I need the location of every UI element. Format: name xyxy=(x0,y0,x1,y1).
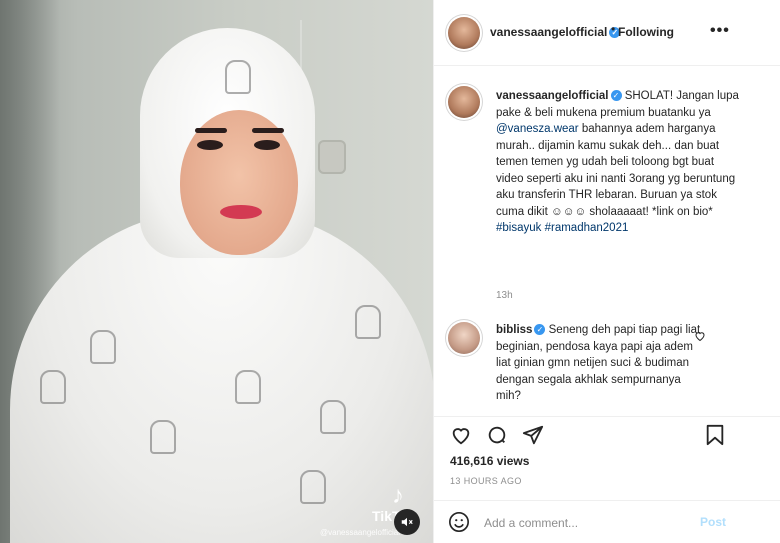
hashtag-link[interactable]: #ramadhan2021 xyxy=(545,222,629,234)
caption-text-2: bahannya adem harganya murah.. dijamin k… xyxy=(496,123,736,218)
like-button[interactable] xyxy=(448,422,474,448)
robe-pattern xyxy=(320,400,346,434)
post-comment-button[interactable]: Post xyxy=(700,515,726,529)
robe-pattern xyxy=(300,470,326,504)
comment-icon xyxy=(488,426,506,444)
robe-pattern xyxy=(225,60,251,94)
post-author-name[interactable]: vanessaangelofficial xyxy=(490,25,607,39)
following-button[interactable]: Following xyxy=(618,25,674,39)
verified-icon: ✓ xyxy=(534,324,546,335)
right-brow xyxy=(252,128,284,133)
emoji-button[interactable] xyxy=(448,511,470,533)
divider xyxy=(434,416,780,417)
caption-time: 13h xyxy=(496,290,513,301)
speaker-muted-icon xyxy=(401,517,413,527)
mute-button[interactable] xyxy=(394,509,420,535)
post-header: vanessaangelofficial ✓ • Following ••• xyxy=(434,0,780,66)
separator-dot: • xyxy=(611,22,616,36)
comment-avatar[interactable] xyxy=(448,322,480,354)
robe-pattern xyxy=(90,330,116,364)
post-caption: vanessaangelofficial ✓ SHOLAT! Jangan lup… xyxy=(496,88,744,237)
lips xyxy=(220,205,262,219)
left-brow xyxy=(195,128,227,133)
comment-button[interactable] xyxy=(484,422,510,448)
save-button[interactable] xyxy=(702,422,728,448)
caption-avatar[interactable] xyxy=(448,86,480,118)
right-eye xyxy=(254,140,280,150)
comment-like-icon[interactable] xyxy=(694,330,706,345)
light-switch xyxy=(318,140,346,174)
post-panel: vanessaangelofficial ✓ • Following ••• va… xyxy=(433,0,780,543)
share-button[interactable] xyxy=(520,422,546,448)
bookmark-icon xyxy=(706,424,724,446)
comment-author[interactable]: bibliss xyxy=(496,324,532,336)
smiley-icon xyxy=(449,512,469,532)
post-media[interactable]: ♪ TikTok @vanessaangelofficial xyxy=(0,0,433,543)
comment-item: bibliss ✓ Seneng deh papi tiap pagi liat … xyxy=(496,322,708,405)
avatar[interactable] xyxy=(448,17,480,49)
robe-pattern xyxy=(355,305,381,339)
post-timestamp: 13 HOURS AGO xyxy=(450,476,522,486)
caption-author[interactable]: vanessaangelofficial xyxy=(496,90,609,102)
robe-pattern xyxy=(40,370,66,404)
post-author[interactable]: vanessaangelofficial ✓ xyxy=(490,25,621,39)
mention-link[interactable]: @vanesza.wear xyxy=(496,123,579,135)
tiktok-handle: @vanessaangelofficial xyxy=(320,528,401,537)
more-options-icon[interactable]: ••• xyxy=(710,22,730,40)
robe-pattern xyxy=(150,420,176,454)
views-count[interactable]: 416,616 views xyxy=(450,454,529,468)
comment-input[interactable] xyxy=(484,511,704,535)
verified-icon: ✓ xyxy=(610,90,622,101)
add-comment-bar: Post xyxy=(434,500,780,543)
hashtag-link[interactable]: #bisayuk xyxy=(496,222,541,234)
left-eye xyxy=(197,140,223,150)
robe-pattern xyxy=(235,370,261,404)
paper-plane-icon xyxy=(522,425,544,445)
heart-icon xyxy=(452,428,470,445)
action-bar xyxy=(434,418,780,454)
